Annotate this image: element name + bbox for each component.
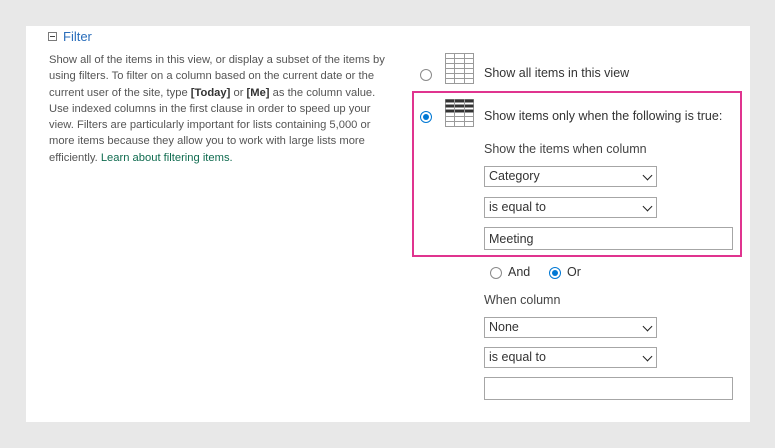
- me-token: [Me]: [246, 86, 270, 99]
- clause1-value-text: Meeting: [489, 232, 534, 246]
- clause2-column-value: None: [489, 320, 519, 334]
- section-title[interactable]: Filter: [63, 29, 92, 44]
- today-token: [Today]: [190, 86, 231, 99]
- show-filtered-radio[interactable]: [420, 111, 432, 123]
- and-radio[interactable]: [490, 267, 502, 279]
- filtered-items-grid-icon: [445, 99, 474, 127]
- description-text-or: or: [230, 86, 247, 99]
- filter-panel: Filter Show all of the items in this vie…: [26, 26, 750, 422]
- learn-about-filtering-link[interactable]: Learn about filtering items.: [101, 152, 233, 164]
- clause1-value-input[interactable]: Meeting: [484, 227, 733, 250]
- filter-description: Show all of the items in this view, or d…: [49, 52, 389, 166]
- show-all-radio[interactable]: [420, 69, 432, 81]
- clause1-operator-select[interactable]: is equal to: [484, 197, 657, 218]
- chevron-down-icon: [642, 201, 653, 212]
- chevron-down-icon: [642, 170, 653, 181]
- show-filtered-label[interactable]: Show items only when the following is tr…: [484, 109, 722, 123]
- clause2-column-select[interactable]: None: [484, 317, 657, 338]
- clause1-column-value: Category: [489, 169, 540, 183]
- or-label[interactable]: Or: [567, 265, 581, 279]
- chevron-down-icon: [642, 321, 653, 332]
- clause1-column-select[interactable]: Category: [484, 166, 657, 187]
- clause2-heading: When column: [484, 293, 561, 307]
- show-all-label[interactable]: Show all items in this view: [484, 66, 629, 80]
- or-radio[interactable]: [549, 267, 561, 279]
- clause1-operator-value: is equal to: [489, 200, 546, 214]
- and-label[interactable]: And: [508, 265, 530, 279]
- all-items-grid-icon: [445, 53, 474, 84]
- clause1-heading: Show the items when column: [484, 142, 647, 156]
- clause2-value-input[interactable]: [484, 377, 733, 400]
- filter-section-header[interactable]: Filter: [48, 29, 92, 44]
- clause2-operator-select[interactable]: is equal to: [484, 347, 657, 368]
- clause2-operator-value: is equal to: [489, 350, 546, 364]
- collapse-icon[interactable]: [48, 32, 57, 41]
- chevron-down-icon: [642, 351, 653, 362]
